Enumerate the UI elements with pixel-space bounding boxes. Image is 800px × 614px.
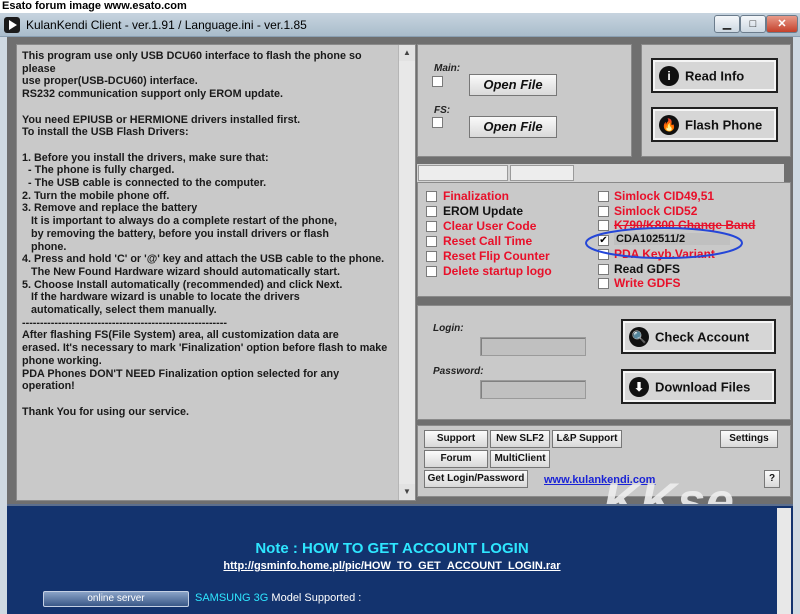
read-info-label: Read Info [685, 68, 745, 83]
download-files-label: Download Files [655, 379, 751, 394]
open-main-file-button[interactable]: Open File [469, 74, 557, 96]
help-button[interactable]: ? [764, 470, 780, 488]
close-button[interactable]: ✕ [766, 15, 798, 33]
opt-left-checkbox-5[interactable] [426, 266, 437, 277]
action-panel: i Read Info 🔥 Flash Phone [641, 44, 791, 157]
tab-strip [417, 164, 784, 182]
opt-left-label-3: Reset Call Time [443, 234, 533, 248]
opt-right-label-6: Write GDFS [614, 276, 681, 290]
title-bar[interactable]: KulanKendi Client - ver.1.91 / Language.… [0, 13, 800, 37]
opt-left-label-5: Delete startup logo [443, 264, 552, 278]
info-panel: This program use only USB DCU60 interfac… [16, 44, 416, 501]
password-label: Password: [433, 366, 484, 377]
info-icon: i [659, 65, 679, 86]
highlight-ellipse [585, 227, 743, 259]
window-title: KulanKendi Client - ver.1.91 / Language.… [26, 18, 307, 32]
opt-right-checkbox-5[interactable] [598, 263, 609, 275]
flash-phone-label: Flash Phone [685, 117, 763, 132]
forum-button[interactable]: Forum [424, 450, 488, 468]
support-button[interactable]: Support [424, 430, 488, 448]
password-input[interactable] [480, 380, 586, 399]
minimize-button[interactable]: ▁ [714, 15, 740, 33]
get-login-button[interactable]: Get Login/Password [424, 470, 528, 488]
opt-right-checkbox-0[interactable] [598, 191, 609, 202]
new-slf2-button[interactable]: New SLF2 [490, 430, 550, 448]
info-scrollbar[interactable]: ▲ ▼ [398, 45, 415, 500]
samsung-line: SAMSUNG 3G Model Supported : [195, 592, 361, 604]
opt-left-checkbox-4[interactable] [426, 251, 437, 262]
tab-1[interactable] [418, 165, 508, 181]
info-text: This program use only USB DCU60 interfac… [22, 50, 388, 418]
opt-left-label-2: Clear User Code [443, 219, 537, 233]
fs-label: FS: [434, 105, 451, 116]
scroll-down-icon[interactable]: ▼ [399, 484, 415, 500]
lp-support-button[interactable]: L&P Support [552, 430, 622, 448]
maximize-button[interactable]: □ [740, 15, 766, 33]
opt-left-checkbox-1[interactable] [426, 206, 437, 217]
options-panel: Finalization EROM Update Clear User Code Re… [417, 182, 791, 297]
opt-left-checkbox-2[interactable] [426, 221, 437, 232]
news-scrollbar[interactable] [777, 508, 791, 614]
download-icon: ⬇ [629, 376, 649, 397]
watermark-text: Esato forum image www.esato.com [0, 0, 800, 13]
check-account-button[interactable]: 🔍 Check Account [621, 319, 776, 354]
login-input[interactable] [480, 337, 586, 356]
samsung-suffix: Model Supported : [268, 592, 362, 604]
tab-2[interactable] [510, 165, 574, 181]
client-area: This program use only USB DCU60 interfac… [7, 37, 793, 614]
main-checkbox[interactable] [432, 76, 443, 87]
opt-right-checkbox-1[interactable] [598, 205, 609, 217]
account-panel: Login: Password: 🔍 Check Account ⬇ Downl… [417, 305, 791, 420]
window-body: This program use only USB DCU60 interfac… [0, 37, 800, 614]
settings-button[interactable]: Settings [720, 430, 778, 448]
opt-right-checkbox-6[interactable] [598, 278, 609, 289]
note-link[interactable]: http://gsminfo.home.pl/pic/HOW_TO_GET_AC… [7, 560, 777, 572]
files-panel: Main: Open File FS: Open File [417, 44, 632, 157]
main-label: Main: [434, 63, 461, 74]
flash-phone-button[interactable]: 🔥 Flash Phone [651, 107, 778, 142]
magnifier-icon: 🔍 [629, 326, 649, 347]
online-server-button[interactable]: online server [43, 591, 189, 607]
read-info-button[interactable]: i Read Info [651, 58, 778, 93]
multiclient-button[interactable]: MultiClient [490, 450, 550, 468]
note-title: Note : HOW TO GET ACCOUNT LOGIN [255, 540, 529, 557]
login-label: Login: [433, 323, 464, 334]
opt-left-label-4: Reset Flip Counter [443, 249, 550, 263]
open-fs-file-button[interactable]: Open File [469, 116, 557, 138]
samsung-prefix: SAMSUNG 3G [195, 592, 269, 604]
flame-icon: 🔥 [659, 114, 679, 135]
news-panel: Note : HOW TO GET ACCOUNT LOGIN http://g… [7, 504, 793, 614]
opt-left-checkbox-3[interactable] [426, 236, 437, 247]
fs-checkbox[interactable] [432, 117, 443, 128]
download-files-button[interactable]: ⬇ Download Files [621, 369, 776, 404]
opt-left-label-0: Finalization [443, 189, 509, 203]
opt-right-label-0: Simlock CID49,51 [614, 189, 715, 203]
check-account-label: Check Account [655, 329, 750, 344]
app-icon [4, 17, 20, 33]
opt-right-label-1: Simlock CID52 [614, 203, 698, 218]
scroll-up-icon[interactable]: ▲ [399, 45, 415, 61]
opt-left-checkbox-0[interactable] [426, 191, 437, 202]
opt-left-label-1: EROM Update [443, 204, 524, 218]
opt-right-label-5: Read GDFS [614, 261, 681, 276]
